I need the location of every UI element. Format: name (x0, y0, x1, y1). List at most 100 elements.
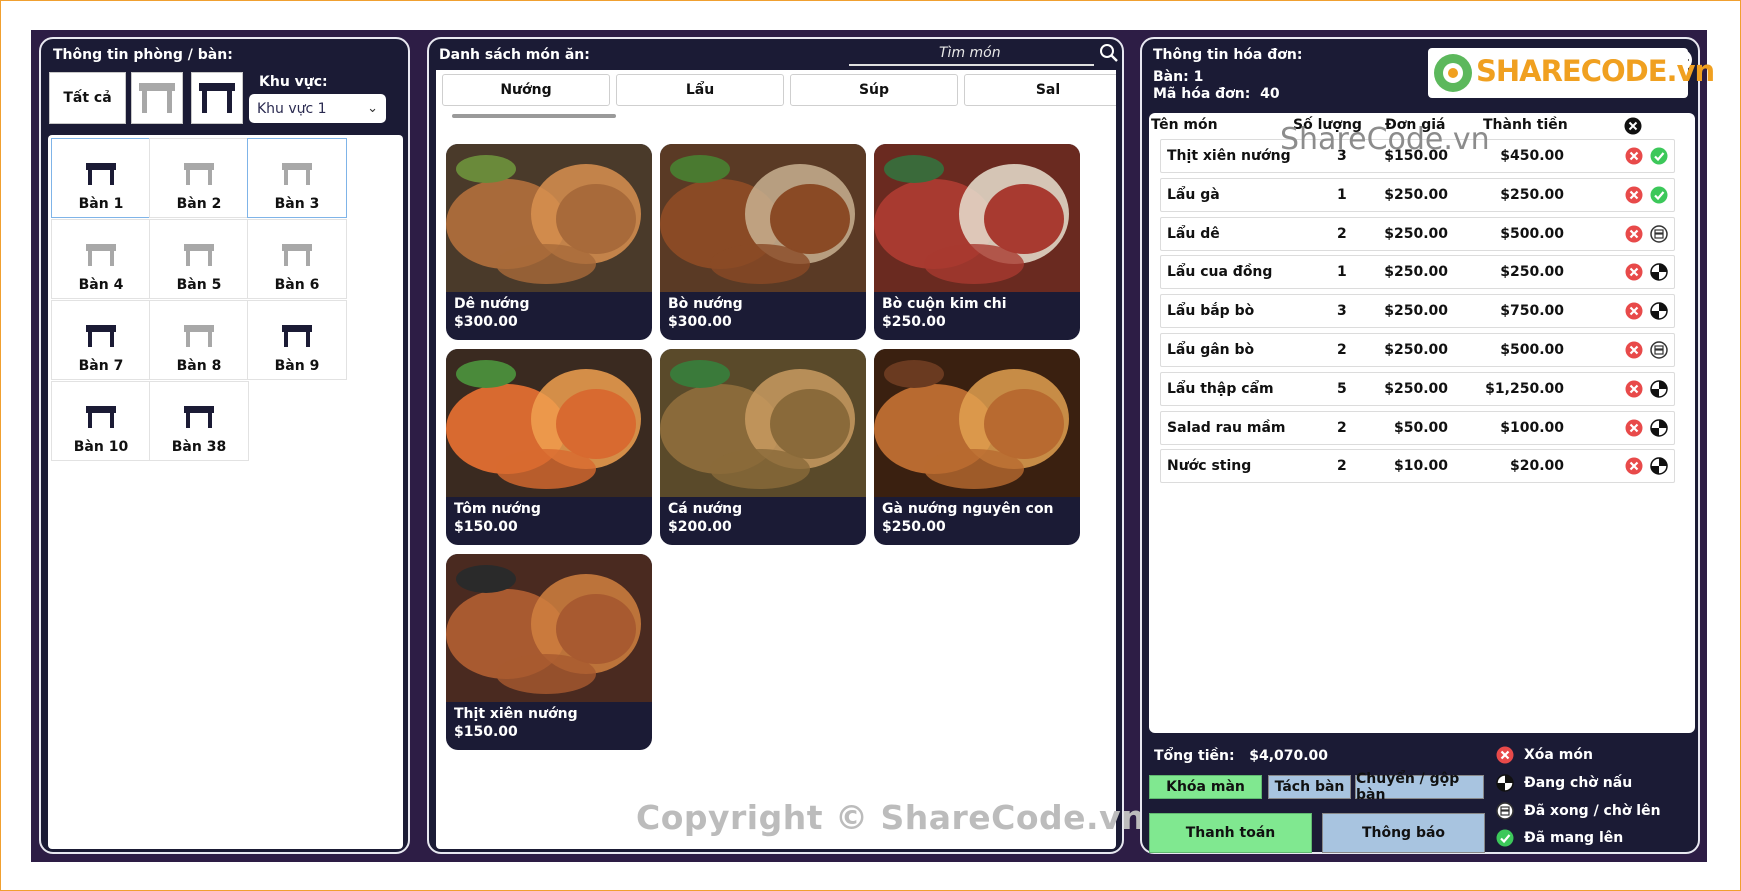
item-status-button[interactable] (1650, 457, 1668, 479)
area-select[interactable]: Khu vực 1 ⌄ (249, 94, 386, 123)
occupied-table-icon (184, 406, 214, 428)
item-status-button[interactable] (1650, 186, 1668, 208)
item-unit-price: $250.00 (1384, 225, 1448, 242)
item-status-button[interactable] (1650, 263, 1668, 285)
occupied-table-icon (199, 83, 235, 113)
dish-price: $250.00 (882, 314, 946, 330)
table-cell[interactable]: Bàn 10 (51, 381, 151, 461)
delete-icon (1625, 225, 1643, 243)
item-total: $20.00 (1509, 458, 1564, 475)
dish-ready-icon (1650, 341, 1668, 359)
category-tab[interactable]: Sal (964, 74, 1116, 106)
item-qty: 3 (1337, 303, 1347, 320)
empty-table-icon (184, 325, 214, 347)
item-unit-price: $10.00 (1393, 458, 1448, 475)
bill-row[interactable]: Lẩu bắp bò 3 $250.00 $750.00 (1160, 294, 1675, 329)
category-tab[interactable]: Súp (790, 74, 958, 106)
dish-card[interactable]: Bò nướng $300.00 (660, 144, 866, 340)
dish-card[interactable]: Bò cuộn kim chi $250.00 (874, 144, 1080, 340)
delete-item-button[interactable] (1625, 147, 1643, 169)
table-cell[interactable]: Bàn 6 (247, 219, 347, 299)
delete-item-button[interactable] (1625, 419, 1643, 441)
bill-row[interactable]: Lẩu gân bò 2 $250.00 $500.00 (1160, 333, 1675, 367)
delete-item-button[interactable] (1625, 457, 1643, 479)
table-cell[interactable]: Bàn 38 (149, 381, 249, 461)
delete-item-button[interactable] (1625, 380, 1643, 402)
move-merge-table-button[interactable]: Chuyển / gộp bàn (1355, 771, 1484, 803)
dish-name: Thịt xiên nướng (454, 706, 578, 722)
table-cell[interactable]: Bàn 2 (149, 138, 249, 218)
item-name: Lẩu thập cẩm (1167, 380, 1274, 397)
tables-panel-title: Thông tin phòng / bàn: (53, 47, 233, 63)
served-check-icon (1496, 829, 1514, 847)
dish-card[interactable]: Gà nướng nguyên con $250.00 (874, 349, 1080, 545)
bill-row[interactable]: Nước sting 2 $10.00 $20.00 (1160, 449, 1675, 484)
dish-card[interactable]: Dê nướng $300.00 (446, 144, 652, 340)
occupied-table-icon (282, 325, 312, 347)
bill-table-label: Bàn: (1153, 69, 1189, 85)
sharecode-logo: SHARECODE.vn (1428, 48, 1715, 98)
clear-bill-icon[interactable] (1624, 117, 1642, 135)
logo-text: SHARECODE.vn (1476, 54, 1715, 88)
table-cell[interactable]: Bàn 1 (51, 138, 151, 218)
copyright-watermark: Copyright © ShareCode.vn (636, 798, 1146, 837)
delete-icon (1625, 147, 1643, 165)
category-tabs: Nướng Lẩu Súp Sal (436, 70, 1116, 126)
sharecode-watermark: ShareCode.vn (1280, 122, 1490, 157)
table-cell[interactable]: Bàn 8 (149, 300, 249, 380)
table-name: Bàn 6 (274, 277, 320, 293)
dish-card[interactable]: Tôm nướng $150.00 (446, 349, 652, 545)
table-cell[interactable]: Bàn 7 (51, 300, 151, 380)
item-status-button[interactable] (1650, 380, 1668, 402)
delete-item-button[interactable] (1625, 302, 1643, 324)
table-cell[interactable]: Bàn 4 (51, 219, 151, 299)
delete-icon (1625, 341, 1643, 359)
bill-items-area: Tên món Số lượng Đơn giá Thành tiền Thịt… (1149, 113, 1695, 733)
item-status-button[interactable] (1650, 302, 1668, 324)
bill-table-info: Bàn: 1 (1153, 69, 1203, 85)
delete-item-button[interactable] (1625, 225, 1643, 247)
cooking-wait-icon (1650, 457, 1668, 476)
served-check-icon (1650, 186, 1668, 204)
item-status-button[interactable] (1650, 224, 1668, 247)
bill-row[interactable]: Lẩu thập cẩm 5 $250.00 $1,250.00 (1160, 371, 1675, 406)
item-status-button[interactable] (1650, 418, 1668, 441)
chevron-down-icon: ⌄ (367, 101, 378, 116)
delete-item-button[interactable] (1625, 341, 1643, 363)
split-table-button[interactable]: Tách bàn (1268, 775, 1351, 799)
table-cell[interactable]: Bàn 5 (149, 219, 249, 299)
notify-button[interactable]: Thông báo (1322, 813, 1485, 853)
filter-all-button[interactable]: Tất cả (49, 72, 126, 124)
bill-row[interactable]: Salad rau mầm 2 $50.00 $100.00 (1160, 410, 1675, 445)
dish-card[interactable]: Thịt xiên nướng $150.00 (446, 554, 652, 750)
item-status-button[interactable] (1650, 341, 1668, 363)
dish-grid: Dê nướng $300.00 Bò nướng $300.00 Bò cuộn ki… (436, 126, 1116, 849)
cooking-wait-icon (1496, 774, 1514, 792)
bill-table-value: 1 (1193, 69, 1204, 85)
item-status-button[interactable] (1650, 147, 1668, 169)
filter-occupied-button[interactable] (191, 72, 243, 124)
search-icon[interactable] (1099, 43, 1119, 63)
empty-table-icon (282, 244, 312, 266)
lock-screen-button[interactable]: Khóa màn (1149, 775, 1262, 799)
table-cell[interactable]: Bàn 9 (247, 300, 347, 380)
bill-row[interactable]: Lẩu dê 2 $250.00 $500.00 (1160, 216, 1675, 251)
category-tab[interactable]: Nướng (442, 74, 610, 106)
table-cell[interactable]: Bàn 3 (247, 138, 347, 218)
bill-row[interactable]: Lẩu gà 1 $250.00 $250.00 (1160, 177, 1675, 212)
tabs-scrollbar[interactable] (452, 114, 616, 118)
dish-card[interactable]: Cá nướng $200.00 (660, 349, 866, 545)
item-unit-price: $250.00 (1384, 264, 1448, 281)
bill-total: Tổng tiền: $4,070.00 (1154, 748, 1328, 764)
delete-item-button[interactable] (1625, 186, 1643, 208)
checkout-button[interactable]: Thanh toán (1149, 813, 1312, 853)
legend-delete-label: Xóa món (1524, 747, 1593, 763)
filter-empty-button[interactable] (131, 72, 183, 124)
bill-row[interactable]: Lẩu cua đồng 1 $250.00 $250.00 (1160, 255, 1675, 290)
menu-panel-title: Danh sách món ăn: (439, 47, 590, 63)
delete-item-button[interactable] (1625, 263, 1643, 285)
cooking-wait-icon (1650, 418, 1668, 437)
search-input[interactable]: Tìm món (939, 45, 1001, 61)
bill-id-value: 40 (1260, 86, 1280, 102)
category-tab[interactable]: Lẩu (616, 74, 784, 106)
